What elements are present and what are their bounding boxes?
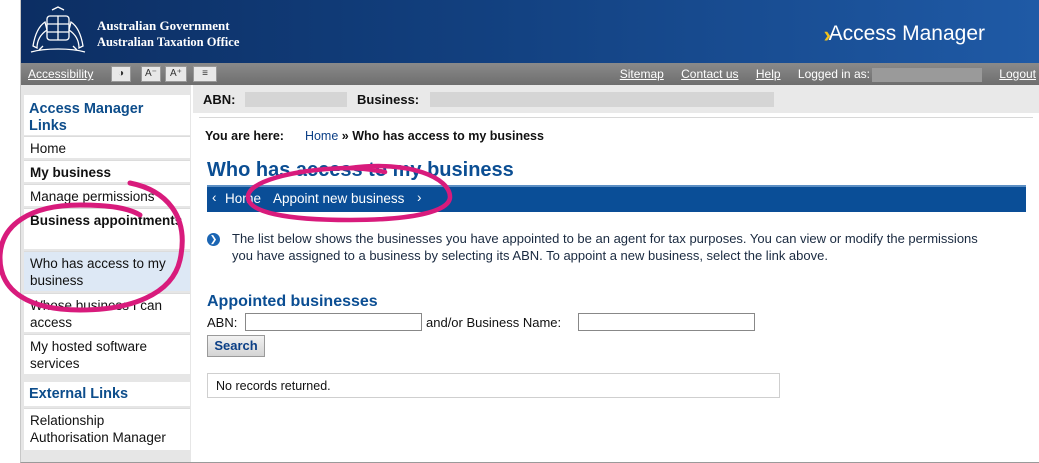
page-title: Who has access to my business: [207, 159, 514, 181]
agency-name: Australian Taxation Office: [97, 35, 240, 49]
sidebar-item-my-business[interactable]: My business: [24, 160, 190, 182]
accessibility-link[interactable]: Accessibility: [28, 67, 93, 81]
gov-name: Australian Government: [97, 18, 230, 33]
site-header: Australian Government Australian Taxatio…: [21, 0, 1039, 63]
sidebar: Access Manager Links Home My business Ma…: [21, 85, 191, 462]
sidebar-item-ram[interactable]: Relationship Authorisation Manager: [24, 408, 190, 450]
results-message: No records returned.: [207, 373, 780, 398]
sidebar-heading-external: External Links: [24, 382, 190, 406]
redacted-business-name: [430, 92, 774, 107]
abn-field-label: ABN:: [207, 315, 238, 330]
section-title: Appointed businesses: [207, 293, 378, 310]
font-decrease-button[interactable]: A⁻: [141, 66, 161, 82]
sidebar-item-home[interactable]: Home: [24, 136, 190, 158]
business-name-input[interactable]: [578, 313, 755, 331]
chevron-left-icon: ‹: [212, 190, 217, 205]
contact-link[interactable]: Contact us: [681, 67, 738, 81]
breadcrumb-current: Who has access to my business: [352, 129, 544, 143]
intro-text: The list below shows the businesses you …: [232, 231, 978, 263]
sidebar-item-business-appointments[interactable]: Business appointments: [24, 208, 190, 249]
coat-of-arms-icon: [30, 6, 86, 53]
logged-in-label: Logged in as:: [797, 67, 870, 81]
app-frame: Australian Government Australian Taxatio…: [20, 0, 1039, 463]
search-button[interactable]: Search: [207, 335, 265, 357]
main-content: You are here: Home » Who has access to m…: [193, 113, 1039, 462]
logout-link[interactable]: Logout: [999, 67, 1036, 81]
business-name-field-label: and/or Business Name:: [426, 315, 562, 330]
contrast-toggle-icon[interactable]: ◑: [111, 66, 131, 82]
utility-toolbar: Accessibility ◑ A⁻ A⁺ ≡ Sitemap Contact …: [21, 63, 1039, 85]
help-link[interactable]: Help: [756, 67, 781, 81]
government-branding: Australian Government Australian Taxatio…: [97, 18, 239, 50]
breadcrumb-home-link[interactable]: Home: [305, 129, 338, 143]
abn-label: ABN:: [203, 92, 236, 107]
abn-search-input[interactable]: [245, 313, 422, 331]
chevron-right-icon: ›: [417, 190, 422, 205]
sidebar-item-who-has-access[interactable]: Who has access to my business: [24, 251, 190, 291]
sidebar-heading-access-manager: Access Manager Links: [24, 95, 190, 135]
font-increase-button[interactable]: A⁺: [165, 66, 187, 82]
nav-home-link[interactable]: Home: [225, 191, 261, 206]
menu-icon[interactable]: ≡: [193, 66, 217, 82]
sitemap-link[interactable]: Sitemap: [620, 67, 664, 81]
toolbar-links: Sitemap Contact us Help Logged in as: Lo…: [606, 67, 1039, 82]
redacted-abn: [245, 92, 347, 107]
appoint-new-business-link[interactable]: Appoint new business: [273, 191, 404, 206]
info-arrow-icon: ❯: [207, 233, 220, 246]
sidebar-item-manage-permissions[interactable]: Manage permissions: [24, 184, 190, 206]
page-nav-bar: ‹ Home Appoint new business ›: [207, 185, 1026, 212]
app-title: Access Manager: [828, 22, 985, 45]
sidebar-item-whose-business[interactable]: Whose business I can access: [24, 293, 190, 332]
sidebar-item-hosted-software[interactable]: My hosted software services: [24, 334, 190, 374]
business-label: Business:: [357, 92, 420, 107]
breadcrumb-prefix: You are here:: [205, 129, 284, 143]
breadcrumb-separator: »: [341, 129, 349, 143]
business-context-bar: ABN: Business:: [193, 85, 1039, 113]
redacted-username: [871, 67, 982, 82]
breadcrumb: You are here: Home » Who has access to m…: [205, 129, 544, 143]
